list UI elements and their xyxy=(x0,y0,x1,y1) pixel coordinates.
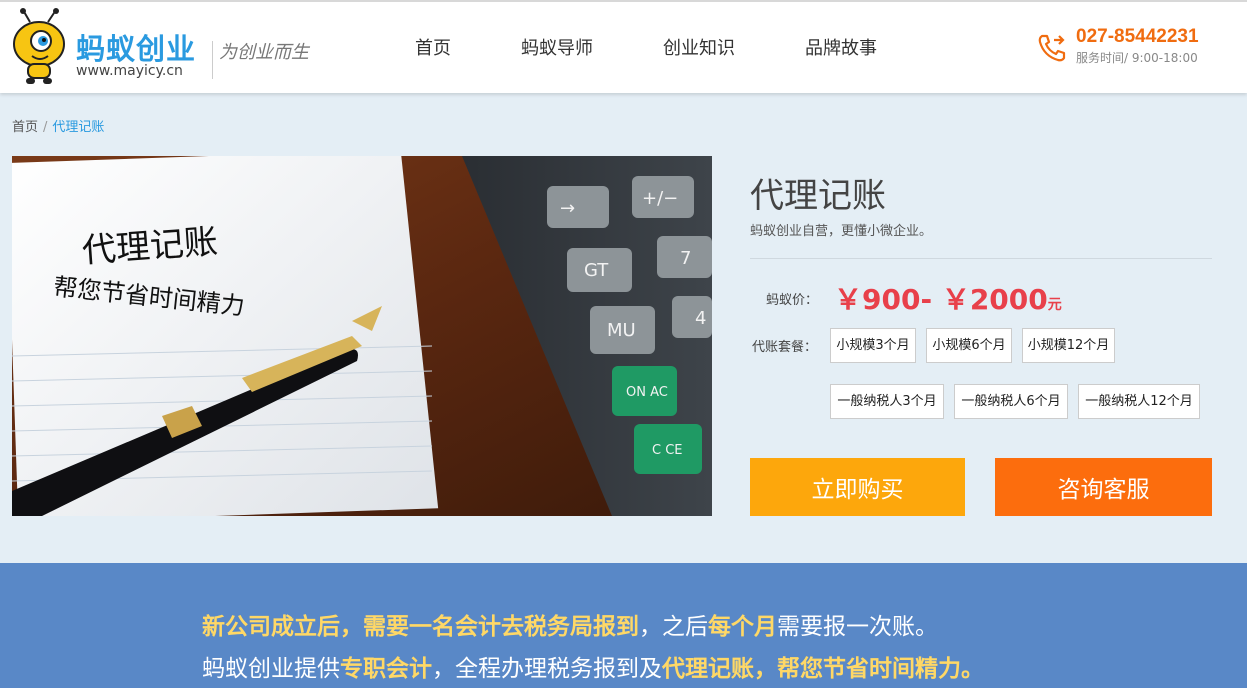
breadcrumb: 首页 / 代理记账 xyxy=(12,116,104,135)
key-plusminus: +/− xyxy=(642,188,678,209)
key-four: 4 xyxy=(695,308,706,329)
banner-text: ，之后 xyxy=(639,614,708,640)
contact-phone[interactable]: 027-85442231 服务时间/ 9:00-18:00 xyxy=(1036,26,1236,70)
key-seven: 7 xyxy=(680,248,691,269)
breadcrumb-separator: / xyxy=(43,120,48,135)
banner-highlight: 每个月 xyxy=(708,614,777,640)
divider xyxy=(750,258,1212,259)
package-general-12m[interactable]: 一般纳税人12个月 xyxy=(1078,384,1200,419)
package-general-6m[interactable]: 一般纳税人6个月 xyxy=(954,384,1068,419)
nav-mentors[interactable]: 蚂蚁导师 xyxy=(521,32,593,66)
key-c-ce: C CE xyxy=(652,443,683,458)
banner-highlight: 代理记账，帮您节省时间精力。 xyxy=(662,656,984,682)
info-banner: 新公司成立后，需要一名会计去税务局报到，之后每个月需要报一次账。 蚂蚁创业提供专… xyxy=(0,563,1247,688)
package-small-3m[interactable]: 小规模3个月 xyxy=(830,328,916,363)
package-small-12m[interactable]: 小规模12个月 xyxy=(1022,328,1115,363)
nav-knowledge[interactable]: 创业知识 xyxy=(663,32,735,66)
buy-now-button[interactable]: 立即购买 xyxy=(750,458,965,516)
key-mu: MU xyxy=(607,320,636,341)
product-subtitle: 蚂蚁创业自营，更懂小微企业。 xyxy=(750,224,933,239)
calculator-pen-illustration: → +/− 7 GT 4 MU ON AC C CE 代理记账 帮您节省时间精力 xyxy=(12,156,712,516)
key-arrow: → xyxy=(560,198,575,219)
ant-mascot-icon xyxy=(13,8,65,84)
service-hours: 服务时间/ 9:00-18:00 xyxy=(1076,51,1198,65)
product-hero-image: → +/− 7 GT 4 MU ON AC C CE 代理记账 帮您节省时间精力 xyxy=(12,156,712,516)
price-range: ￥900- ￥2000元 xyxy=(834,278,1062,318)
banner-highlight: 专职会计 xyxy=(340,656,432,682)
price-label: 蚂蚁价： xyxy=(766,293,819,308)
logo[interactable]: 蚂蚁创业 www.mayicy.cn 为创业而生 xyxy=(10,8,330,90)
brand-name: 蚂蚁创业 xyxy=(76,32,197,66)
brand-url: www.mayicy.cn xyxy=(76,63,183,79)
brand-slogan: 为创业而生 xyxy=(212,41,309,79)
package-label: 代账套餐： xyxy=(752,340,818,355)
nav-brand-story[interactable]: 品牌故事 xyxy=(805,32,877,66)
main-nav: 首页 蚂蚁导师 创业知识 品牌故事 xyxy=(395,32,927,66)
banner-text: ，全程办理税务报到及 xyxy=(432,656,662,682)
package-small-6m[interactable]: 小规模6个月 xyxy=(926,328,1012,363)
banner-line-2: 蚂蚁创业提供专职会计，全程办理税务报到及代理记账，帮您节省时间精力。 xyxy=(202,649,984,683)
customer-service-button[interactable]: 咨询客服 xyxy=(995,458,1212,516)
banner-line-1: 新公司成立后，需要一名会计去税务局报到，之后每个月需要报一次账。 xyxy=(202,607,938,641)
key-on-ac: ON AC xyxy=(626,385,668,400)
nav-home[interactable]: 首页 xyxy=(415,32,451,66)
banner-highlight: 新公司成立后，需要一名会计去税务局报到 xyxy=(202,614,639,640)
phone-icon xyxy=(1038,34,1066,62)
breadcrumb-home[interactable]: 首页 xyxy=(12,120,38,135)
banner-text: 需要报一次账。 xyxy=(777,614,938,640)
breadcrumb-current: 代理记账 xyxy=(52,120,105,135)
package-general-3m[interactable]: 一般纳税人3个月 xyxy=(830,384,944,419)
site-header: 蚂蚁创业 www.mayicy.cn 为创业而生 首页 蚂蚁导师 创业知识 品牌… xyxy=(0,0,1247,93)
price-value: ￥900- ￥2000 xyxy=(834,283,1048,316)
product-title: 代理记账 xyxy=(750,176,886,216)
phone-number: 027-85442231 xyxy=(1076,26,1199,47)
banner-text: 蚂蚁创业提供 xyxy=(202,656,340,682)
price-unit: 元 xyxy=(1047,297,1062,313)
key-gt: GT xyxy=(584,260,609,281)
